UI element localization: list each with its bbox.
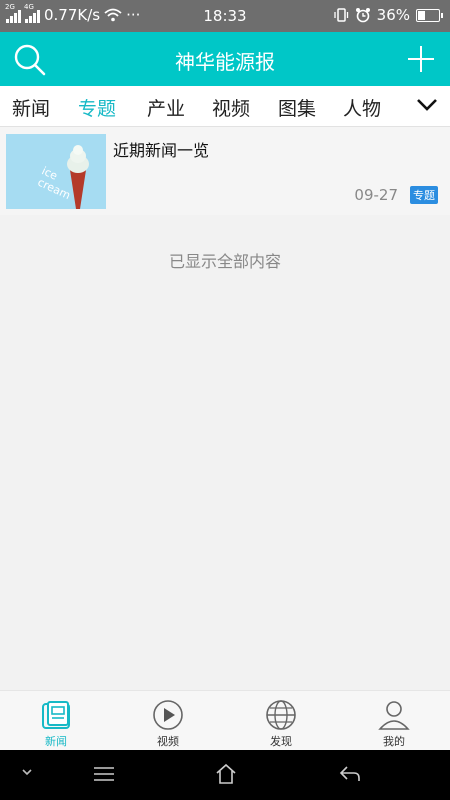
alarm-icon — [355, 8, 370, 23]
ice-cream-icon: ice cream — [6, 134, 106, 209]
item-title: 近期新闻一览 — [113, 141, 210, 160]
tab-industry[interactable]: 产业 — [147, 94, 185, 121]
chevron-down-small-icon[interactable] — [20, 762, 34, 782]
nav-news[interactable]: 新闻 — [0, 691, 112, 751]
nav-video[interactable]: 视频 — [112, 691, 224, 751]
tab-special[interactable]: 专题 — [78, 94, 116, 121]
nav-discover-label: 发现 — [270, 735, 292, 748]
nav-me[interactable]: 我的 — [338, 691, 450, 751]
tab-video[interactable]: 视频 — [212, 94, 250, 121]
nav-me-label: 我的 — [383, 735, 405, 748]
app-title: 神华能源报 — [175, 50, 275, 74]
globe-icon — [266, 700, 296, 730]
thumbnail-image: ice cream — [6, 134, 106, 209]
item-badge: 专题 — [410, 186, 438, 204]
end-of-list-text: 已显示全部内容 — [168, 252, 281, 271]
more-tabs-button[interactable] — [406, 86, 450, 126]
news-icon — [42, 701, 70, 729]
nav-discover[interactable]: 发现 — [225, 691, 337, 751]
tab-gallery[interactable]: 图集 — [278, 94, 316, 121]
status-bar: 2G 4G 0.77K/s ··· 18:33 36% — [0, 0, 450, 32]
nav-news-label: 新闻 — [45, 735, 67, 748]
home-icon[interactable] — [214, 762, 238, 786]
app-header: 神华能源报 — [0, 32, 450, 86]
chevron-down-icon — [417, 99, 437, 111]
tab-news[interactable]: 新闻 — [12, 94, 50, 121]
play-icon — [153, 700, 183, 730]
user-icon — [378, 701, 410, 730]
vibrate-icon — [334, 8, 348, 22]
nav-video-label: 视频 — [157, 735, 179, 748]
plus-icon[interactable] — [406, 44, 436, 74]
bottom-nav: 新闻 视频 发现 我的 — [0, 690, 450, 751]
battery-icon — [416, 8, 443, 22]
category-tabs: 新闻 专题 产业 视频 图集 人物 关 — [0, 86, 450, 127]
list-item[interactable]: ice cream 近期新闻一览 09-27 专题 — [0, 127, 450, 215]
menu-icon[interactable] — [93, 762, 115, 786]
item-date: 09-27 — [354, 186, 398, 204]
system-nav-bar — [0, 750, 450, 800]
battery-percent: 36% — [376, 6, 410, 24]
tab-people[interactable]: 人物 — [343, 94, 381, 121]
back-icon[interactable] — [338, 762, 362, 786]
